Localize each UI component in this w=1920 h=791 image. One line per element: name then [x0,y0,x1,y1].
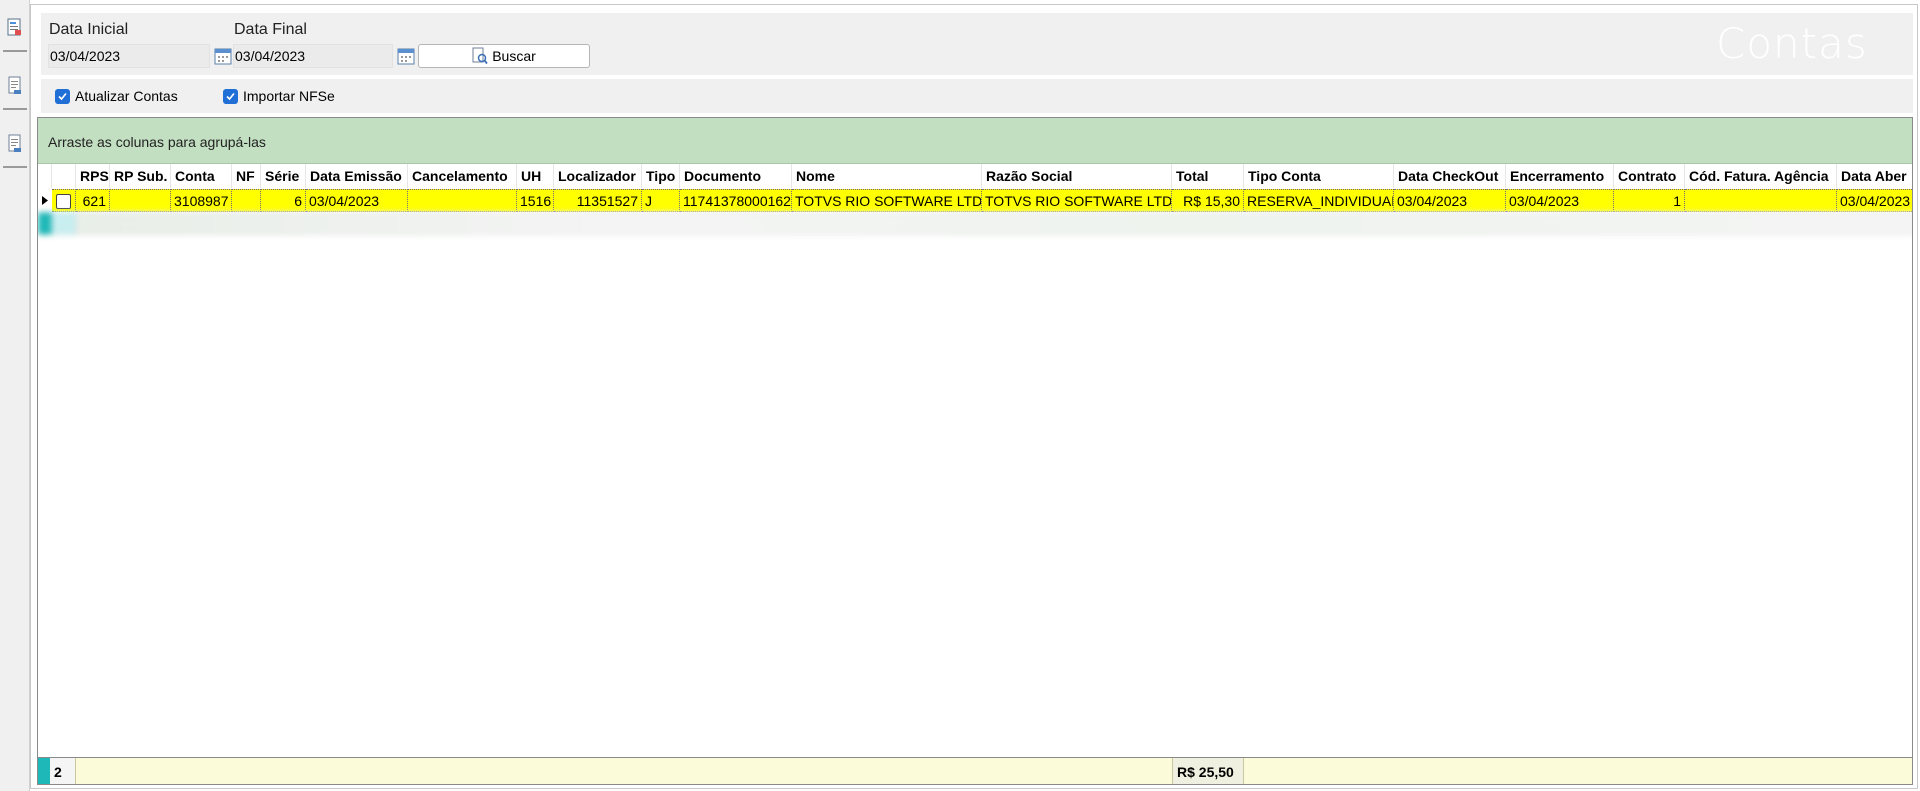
document-icon [8,76,21,94]
col-tipo-conta[interactable]: Tipo Conta [1244,164,1394,188]
col-uh[interactable]: UH [517,164,554,188]
main-frame: Data Inicial 03/04/2023 Data Final 03/04… [30,4,1918,789]
grid-footer: 2 R$ 25,50 [38,757,1912,784]
grid-header: RPS RP Sub. Conta NF Série Data Emissão … [38,164,1912,188]
blurred-content [76,212,1912,235]
col-cod-fatura[interactable]: Cód. Fatura. Agência [1685,164,1837,188]
col-serie[interactable]: Série [261,164,306,188]
table-row[interactable]: 621 3108987 6 03/04/2023 1516 11351527 J… [38,189,1912,212]
col-documento[interactable]: Documento [680,164,792,188]
data-final-label: Data Final [234,21,307,38]
col-nome[interactable]: Nome [792,164,982,188]
col-conta[interactable]: Conta [171,164,232,188]
col-cancelamento[interactable]: Cancelamento [408,164,517,188]
importar-nfse-label: Importar NFSe [243,88,335,104]
col-localizador[interactable]: Localizador [554,164,642,188]
cell-contrato: 1 [1614,189,1685,212]
cell-encerramento: 03/04/2023 [1506,189,1614,212]
buscar-label: Buscar [492,48,536,64]
col-data-checkout[interactable]: Data CheckOut [1394,164,1506,188]
cell-data-abertura: 03/04/2023 [1837,189,1912,212]
calendar-icon[interactable] [397,47,415,65]
data-inicial-field[interactable]: 03/04/2023 [48,44,210,68]
cell-data-emissao: 03/04/2023 [306,189,408,212]
document-button-1[interactable] [3,64,27,110]
row-indicator-icon [38,189,52,212]
group-by-area[interactable]: Arraste as colunas para agrupá-las [38,118,1912,164]
header-indicator [38,164,52,188]
cell-data-checkout: 03/04/2023 [1394,189,1506,212]
col-data-emissao[interactable]: Data Emissão [306,164,408,188]
col-encerramento[interactable]: Encerramento [1506,164,1614,188]
col-razao-social[interactable]: Razão Social [982,164,1172,188]
row-checkbox[interactable] [56,194,71,209]
row-select-cell [52,212,76,235]
footer-count: 2 [50,758,76,784]
col-tipo[interactable]: Tipo [642,164,680,188]
left-toolbar [0,0,30,791]
footer-marker [38,758,50,784]
row-marker [38,212,52,235]
cell-tipo-conta: RESERVA_INDIVIDUAL [1244,189,1394,212]
cell-rps: 621 [76,189,110,212]
filter-panel: Data Inicial 03/04/2023 Data Final 03/04… [41,13,1913,75]
page-title: Contas [1716,19,1868,68]
cell-nome: TOTVS RIO SOFTWARE LTDA [792,189,982,212]
buscar-button[interactable]: Buscar [418,44,590,68]
cell-rp-sub [110,189,171,212]
data-final-field[interactable]: 03/04/2023 [233,44,393,68]
cell-cod-fatura [1685,189,1837,212]
report-button[interactable] [3,6,27,52]
options-panel: Atualizar Contas Importar NFSe [41,79,1913,113]
col-total[interactable]: Total [1172,164,1244,188]
document-icon [8,134,21,152]
checkbox-checked-icon [55,88,70,104]
report-icon [7,18,21,36]
col-nf[interactable]: NF [232,164,261,188]
cell-conta: 3108987 [171,189,232,212]
importar-nfse-checkbox[interactable]: Importar NFSe [223,88,335,104]
cell-nf [232,189,261,212]
col-contrato[interactable]: Contrato [1614,164,1685,188]
cell-serie: 6 [261,189,306,212]
cell-uh: 1516 [517,189,554,212]
header-check [52,164,76,188]
cell-localizador: 11351527 [554,189,642,212]
cell-tipo: J [642,189,680,212]
col-rp-sub[interactable]: RP Sub. [110,164,171,188]
cell-documento: 11741378000162 [680,189,792,212]
calendar-icon[interactable] [214,47,232,65]
table-row-blurred[interactable] [38,212,1912,235]
cell-cancelamento [408,189,517,212]
footer-total: R$ 25,50 [1172,758,1244,784]
document-button-2[interactable] [3,122,27,168]
col-rps[interactable]: RPS [76,164,110,188]
checkbox-checked-icon [223,88,238,104]
data-inicial-label: Data Inicial [49,21,129,38]
contas-grid: Arraste as colunas para agrupá-las RPS R… [37,117,1913,785]
search-document-icon [472,47,488,65]
atualizar-contas-checkbox[interactable]: Atualizar Contas [55,88,178,104]
row-select-cell[interactable] [52,189,76,212]
col-data-abertura[interactable]: Data Aber [1837,164,1912,188]
atualizar-contas-label: Atualizar Contas [75,88,178,104]
contas-window: Data Inicial 03/04/2023 Data Final 03/04… [0,0,1920,791]
cell-total: R$ 15,30 [1172,189,1244,212]
cell-razao-social: TOTVS RIO SOFTWARE LTDA [982,189,1172,212]
